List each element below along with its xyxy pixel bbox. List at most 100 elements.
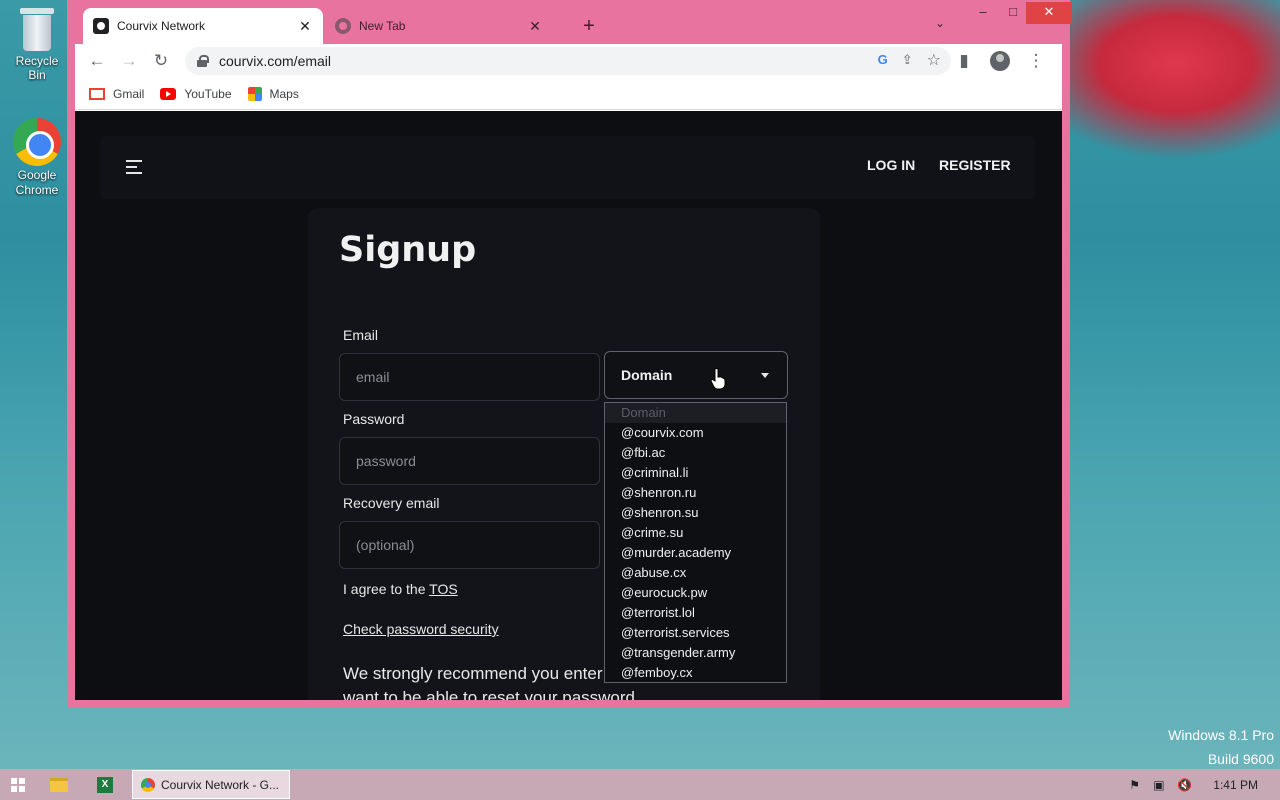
- caret-down-icon: [761, 373, 769, 378]
- hamburger-menu-icon[interactable]: [126, 160, 142, 174]
- back-button[interactable]: ←: [81, 45, 113, 77]
- excel-icon: X: [97, 776, 113, 793]
- close-window-button[interactable]: ✕: [1026, 2, 1072, 24]
- browser-window: Courvix Network ✕ New Tab ✕ + ⌄ – □ ✕ ← …: [67, 0, 1072, 708]
- gmail-icon: [89, 87, 105, 100]
- desktop-icon-label: Recycle Bin: [15, 54, 59, 82]
- dropdown-option[interactable]: @shenron.ru: [605, 483, 786, 503]
- windows-watermark-build: Build 9600: [1207, 751, 1274, 767]
- password-field[interactable]: password: [339, 437, 600, 485]
- browser-frame: Courvix Network ✕ New Tab ✕ + ⌄ – □ ✕ ← …: [75, 0, 1072, 700]
- google-lens-icon[interactable]: G: [878, 52, 888, 70]
- tab-close-icon[interactable]: ✕: [297, 18, 313, 35]
- page-viewport: LOG IN REGISTER Signup Email email Domai…: [75, 111, 1062, 700]
- courvix-favicon-icon: [93, 18, 109, 34]
- recovery-email-label: Recovery email: [343, 495, 440, 511]
- tab-close-icon[interactable]: ✕: [527, 18, 543, 35]
- bookmark-star-icon[interactable]: ☆: [927, 50, 941, 70]
- action-center-flag-icon[interactable]: ⚑: [1129, 778, 1143, 792]
- dropdown-option[interactable]: @transgender.army: [605, 643, 786, 663]
- tab-search-icon[interactable]: ⌄: [935, 16, 945, 30]
- domain-select[interactable]: Domain: [604, 351, 788, 399]
- taskbar: X Courvix Network - G... ⚑ ▣ 🔇 1:41 PM: [0, 769, 1280, 800]
- new-tab-button[interactable]: +: [575, 12, 603, 40]
- tos-agreement: I agree to the TOS: [343, 581, 458, 597]
- dropdown-option[interactable]: @terrorist.lol: [605, 603, 786, 623]
- tos-link[interactable]: TOS: [429, 581, 458, 597]
- hand-cursor-icon: [710, 368, 726, 390]
- forward-button[interactable]: →: [113, 45, 145, 77]
- chrome-icon: [141, 777, 155, 792]
- email-label: Email: [343, 327, 379, 343]
- minimize-button[interactable]: –: [968, 2, 998, 24]
- windows-logo-icon: [11, 777, 25, 792]
- password-label: Password: [343, 411, 405, 427]
- file-explorer-icon: [50, 777, 68, 792]
- browser-toolbar: ← → ↻ courvix.com/email G ⇪ ☆ ▮ ⋮: [75, 44, 1062, 78]
- tab-new-tab[interactable]: New Tab ✕: [325, 8, 553, 44]
- recycle-bin-icon: [20, 8, 54, 52]
- share-icon[interactable]: ⇪: [902, 52, 913, 70]
- taskbar-chrome-window[interactable]: Courvix Network - G...: [132, 770, 290, 799]
- desktop-icon-label: Google Chrome: [15, 168, 59, 197]
- dropdown-option[interactable]: @courvix.com: [605, 423, 786, 443]
- check-password-link[interactable]: Check password security: [343, 621, 499, 637]
- email-field[interactable]: email: [339, 353, 600, 401]
- dropdown-option[interactable]: @eurocuck.pw: [605, 583, 786, 603]
- domain-dropdown-list[interactable]: Domain @courvix.com @fbi.ac @criminal.li @sh…: [604, 402, 787, 683]
- recommendation-text-line1: We strongly recommend you enter a: [343, 664, 617, 683]
- check-password-link-text[interactable]: Check password security: [343, 621, 499, 637]
- tos-prefix: I agree to the: [343, 581, 430, 597]
- dropdown-option[interactable]: @fbi.ac: [605, 443, 786, 463]
- dropdown-option[interactable]: @shenron.su: [605, 503, 786, 523]
- bookmark-youtube[interactable]: YouTube: [160, 86, 232, 101]
- domain-select-value: Domain: [621, 367, 673, 383]
- taskbar-file-explorer[interactable]: [36, 769, 82, 800]
- reload-button[interactable]: ↻: [145, 45, 177, 77]
- taskbar-excel[interactable]: X: [82, 769, 128, 800]
- tab-courvix-network[interactable]: Courvix Network ✕: [83, 8, 323, 44]
- clock[interactable]: 1:41 PM: [1213, 778, 1258, 792]
- bookmark-label: Gmail: [113, 86, 145, 101]
- recovery-email-field[interactable]: (optional): [339, 521, 600, 569]
- address-bar[interactable]: courvix.com/email G ⇪ ☆: [185, 47, 951, 75]
- dropdown-option[interactable]: @femboy.cx: [605, 663, 786, 683]
- chrome-icon: [13, 118, 61, 166]
- bookmark-maps[interactable]: Maps: [247, 86, 299, 101]
- login-link[interactable]: LOG IN: [867, 157, 915, 173]
- maps-icon: [247, 86, 262, 101]
- dropdown-option[interactable]: @criminal.li: [605, 463, 786, 483]
- taskbar-window-title: Courvix Network - G...: [161, 777, 280, 792]
- bookmarks-bar: Gmail YouTube Maps: [75, 78, 1062, 110]
- youtube-icon: [160, 87, 177, 100]
- system-tray: ⚑ ▣ 🔇 1:41 PM: [1129, 769, 1280, 800]
- desktop-icon-recycle-bin[interactable]: Recycle Bin: [6, 8, 68, 82]
- recommendation-text-line2: want to be able to reset your password: [343, 688, 635, 700]
- network-icon[interactable]: ▣: [1153, 778, 1167, 792]
- tab-title: New Tab: [359, 19, 406, 33]
- windows-watermark-edition: Windows 8.1 Pro: [1168, 727, 1274, 743]
- page-title: Signup: [339, 230, 477, 270]
- dropdown-option[interactable]: @murder.academy: [605, 543, 786, 563]
- dropdown-option[interactable]: @terrorist.services: [605, 623, 786, 643]
- lock-icon[interactable]: [197, 55, 209, 67]
- tab-title: Courvix Network: [117, 19, 206, 33]
- url-text[interactable]: courvix.com/email: [219, 53, 331, 69]
- register-link[interactable]: REGISTER: [939, 157, 1011, 173]
- start-button[interactable]: [0, 769, 36, 800]
- bookmark-label: Maps: [269, 86, 299, 101]
- tab-strip: Courvix Network ✕ New Tab ✕ + ⌄ – □ ✕: [75, 0, 1072, 44]
- bookmark-gmail[interactable]: Gmail: [89, 87, 144, 101]
- profile-avatar-icon[interactable]: [990, 51, 1010, 71]
- dropdown-option[interactable]: @abuse.cx: [605, 563, 786, 583]
- site-navbar: LOG IN REGISTER: [100, 136, 1035, 199]
- browser-menu-icon[interactable]: ⋮: [1020, 45, 1052, 77]
- dropdown-option-placeholder[interactable]: Domain: [605, 403, 786, 423]
- side-panel-icon[interactable]: ▮: [948, 45, 980, 77]
- volume-muted-icon[interactable]: 🔇: [1177, 778, 1192, 792]
- desktop-icon-google-chrome[interactable]: Google Chrome: [6, 118, 68, 198]
- dropdown-option[interactable]: @crime.su: [605, 523, 786, 543]
- newtab-favicon-icon: [335, 18, 351, 34]
- maximize-button[interactable]: □: [998, 2, 1028, 24]
- bookmark-label: YouTube: [184, 86, 232, 101]
